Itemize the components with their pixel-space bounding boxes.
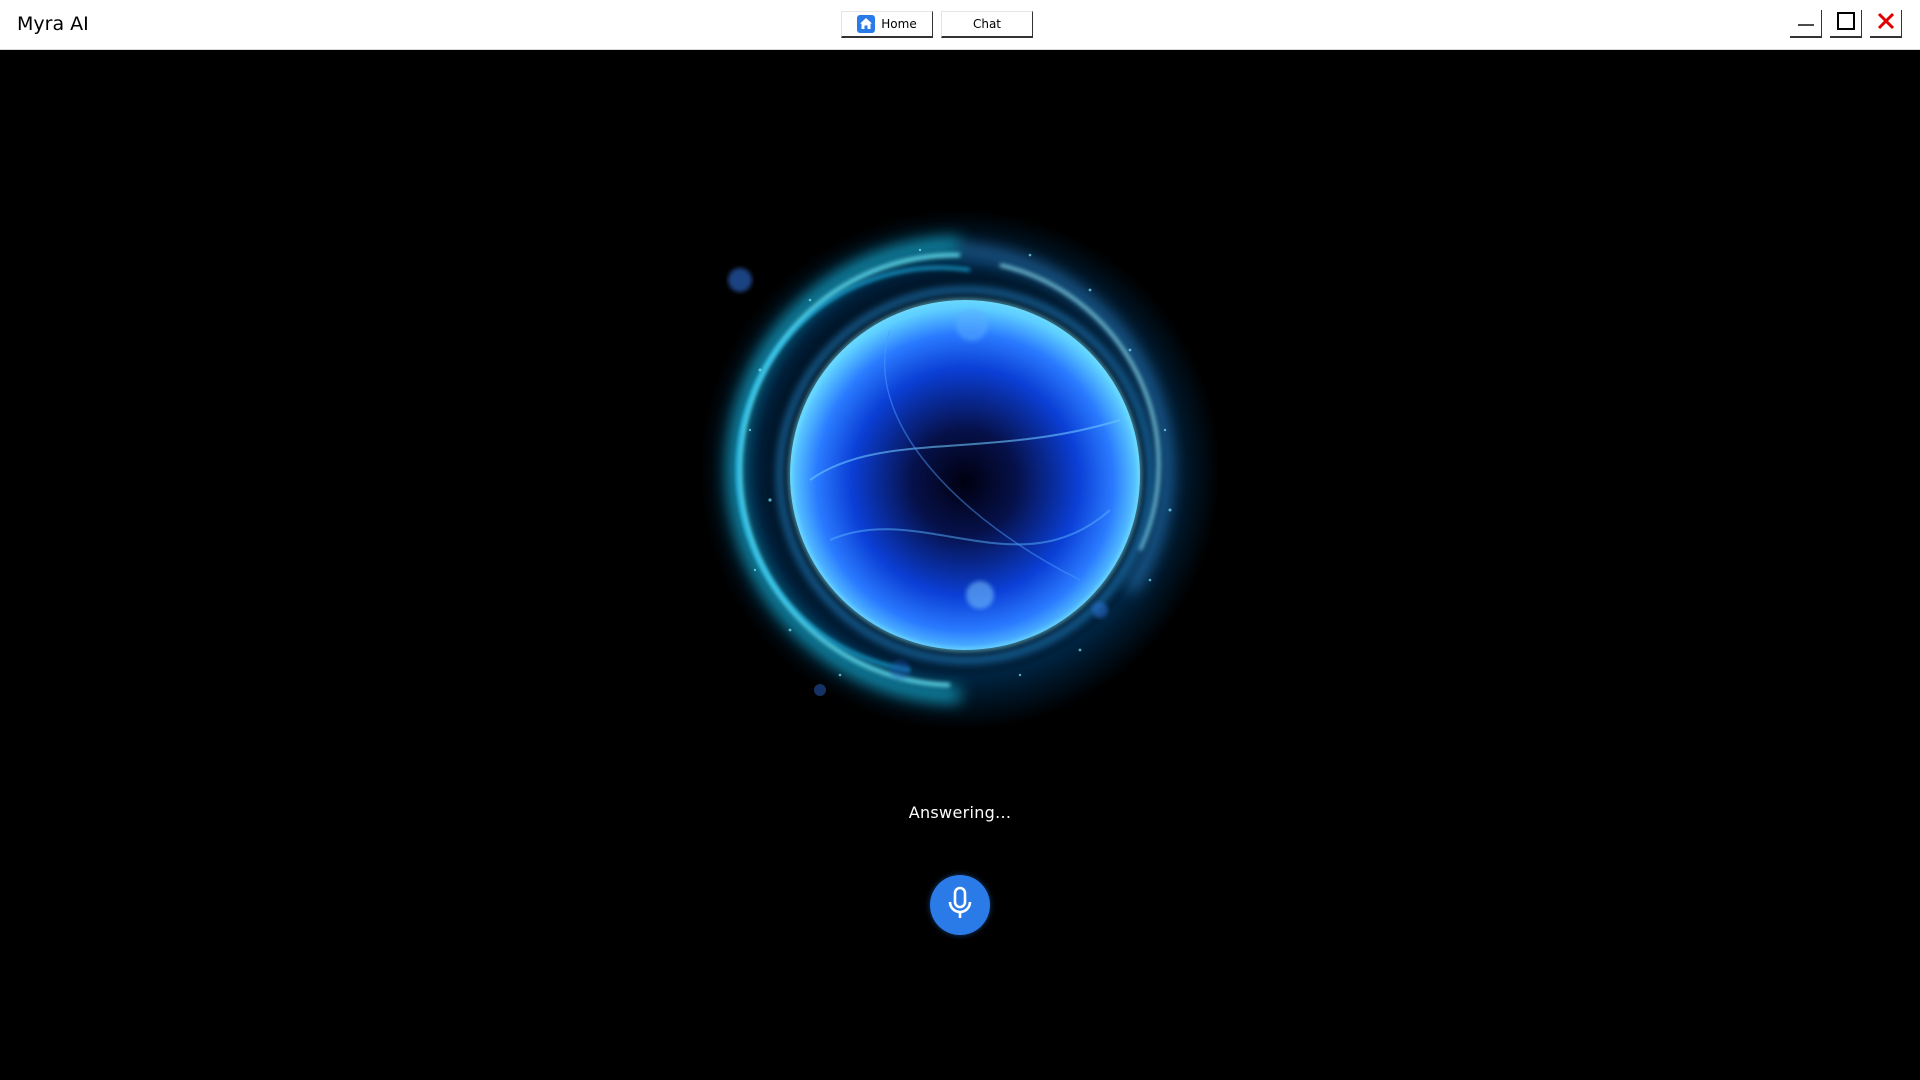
chat-button-label: Chat bbox=[972, 17, 1002, 31]
close-icon bbox=[1876, 11, 1896, 35]
close-button[interactable] bbox=[1870, 10, 1902, 38]
microphone-icon bbox=[945, 885, 975, 925]
microphone-button[interactable] bbox=[930, 875, 990, 935]
home-icon bbox=[857, 15, 876, 33]
home-button[interactable]: Home bbox=[841, 11, 933, 38]
window-controls bbox=[1790, 10, 1902, 38]
ai-orb-animation bbox=[660, 170, 1260, 770]
maximize-button[interactable] bbox=[1830, 10, 1862, 38]
minimize-icon bbox=[1796, 11, 1816, 35]
nav-bar: Home Chat bbox=[841, 11, 1033, 38]
maximize-icon bbox=[1836, 11, 1856, 35]
chat-button[interactable]: Chat bbox=[941, 11, 1033, 38]
app-title: Myra AI bbox=[17, 13, 89, 35]
home-button-label: Home bbox=[881, 17, 917, 31]
title-bar: Myra AI Home Chat bbox=[0, 0, 1920, 50]
main-stage: Answering... bbox=[0, 50, 1920, 1080]
status-text: Answering... bbox=[908, 803, 1012, 822]
minimize-button[interactable] bbox=[1790, 10, 1822, 38]
